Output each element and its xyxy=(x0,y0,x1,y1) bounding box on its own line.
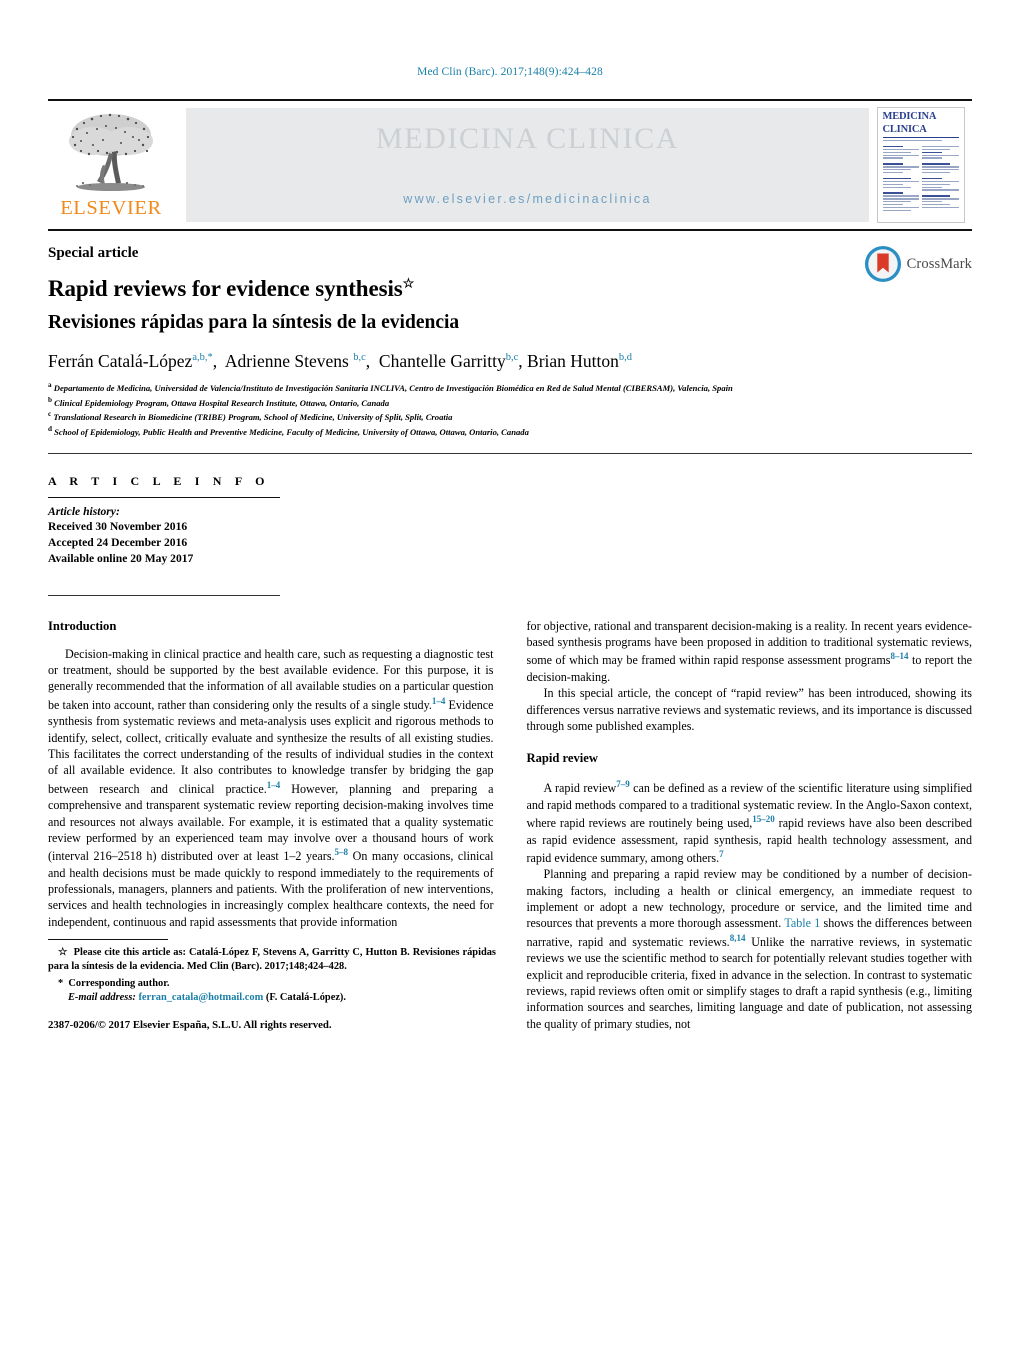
citation-ref[interactable]: 15–20 xyxy=(752,814,775,824)
publisher-block: ELSEVIER xyxy=(48,101,174,229)
author-name[interactable]: Adrienne Stevens xyxy=(225,351,349,371)
paragraph-text: A rapid review xyxy=(543,781,617,796)
email-owner: (F. Catalá-López). xyxy=(265,991,346,1003)
affiliation-text: School of Epidemiology, Public Health an… xyxy=(54,427,529,438)
affiliation-item: a Departamento de Medicina, Universidad … xyxy=(48,380,972,394)
article-available-date: Available online 20 May 2017 xyxy=(48,551,194,565)
author-name[interactable]: Chantelle Garritty xyxy=(379,351,506,371)
citation-ref[interactable]: 7–9 xyxy=(616,779,630,789)
affiliation-item: d School of Epidemiology, Public Health … xyxy=(48,424,972,438)
author-name[interactable]: Ferrán Catalá-López xyxy=(48,351,192,371)
citation-ref[interactable]: 5–8 xyxy=(335,847,349,857)
article-received-date: Received 30 November 2016 xyxy=(48,520,188,534)
footnote-marker: * xyxy=(58,977,64,989)
footnote-corresponding: * Corresponding author. xyxy=(48,977,496,991)
copyright-line: 2387-0206/© 2017 Elsevier España, S.L.U.… xyxy=(48,1018,332,1031)
article-accepted-date: Accepted 24 December 2016 xyxy=(48,536,188,550)
footnote-corresponding-text: Corresponding author. xyxy=(68,977,170,989)
citation-ref[interactable]: 7 xyxy=(719,849,724,859)
article-info-divider xyxy=(48,496,280,498)
article-info-bottom-divider xyxy=(48,594,280,596)
affiliation-text: Clinical Epidemiology Program, Ottawa Ho… xyxy=(54,397,390,408)
crossmark-badge[interactable]: CrossMark xyxy=(864,245,972,283)
cover-text-line xyxy=(882,140,942,142)
crossmark-label: CrossMark xyxy=(906,255,972,272)
body-column-right: for objective, rational and transparent … xyxy=(527,618,973,1032)
author-affil-marker[interactable]: b,c xyxy=(353,352,366,363)
journal-url[interactable]: www.elsevier.es/medicinaclinica xyxy=(186,192,869,206)
article-info-heading: A R T I C L E I N F O xyxy=(48,473,270,488)
author-affil-marker[interactable]: a,b,* xyxy=(192,352,212,363)
page-title: Rapid reviews for evidence synthesis☆ xyxy=(48,275,972,302)
table-link[interactable]: Table 1 xyxy=(784,916,820,930)
citation-ref[interactable]: 8,14 xyxy=(730,933,746,943)
paragraph: A rapid review7–9 can be defined as a re… xyxy=(527,778,973,866)
email-label: E-mail address: xyxy=(68,991,136,1003)
section-heading-rapid-review: Rapid review xyxy=(526,751,598,766)
author-affil-marker[interactable]: b,c xyxy=(506,352,519,363)
author-name[interactable]: Brian Hutton xyxy=(527,351,619,371)
paragraph: Decision-making in clinical practice and… xyxy=(48,646,494,930)
affiliation-item: b Clinical Epidemiology Program, Ottawa … xyxy=(48,395,972,409)
article-body: Introduction Decision-making in clinical… xyxy=(48,618,972,1032)
citation-ref[interactable]: 1–4 xyxy=(267,780,281,790)
affiliation-item: c Translational Research in Biomedicine … xyxy=(48,409,972,423)
citation-ref[interactable]: 1–4 xyxy=(432,696,446,706)
footnote-divider xyxy=(48,939,168,941)
affiliation-marker: a xyxy=(48,380,52,389)
article-title-block: CrossMark Special article Rapid reviews … xyxy=(48,231,972,439)
cover-divider xyxy=(882,137,959,138)
journal-masthead: ELSEVIER MEDICINA CLINICA www.elsevier.e… xyxy=(48,99,972,231)
cover-title-line-1: MEDICINA xyxy=(882,111,937,122)
paragraph-text: Decision-making in clinical practice and… xyxy=(48,646,494,712)
article-subtitle: Revisiones rápidas para la síntesis de l… xyxy=(48,312,460,334)
affiliation-text: Departamento de Medicina, Universidad de… xyxy=(53,382,733,393)
paragraph: In this special article, the concept of … xyxy=(526,686,973,733)
title-block-divider xyxy=(48,452,972,454)
journal-cover-block: MEDICINA CLINICA xyxy=(869,101,972,229)
cover-contents-columns xyxy=(882,145,959,213)
article-type-kicker: Special article xyxy=(48,245,139,261)
affiliation-marker: d xyxy=(48,425,52,434)
journal-cover-thumbnail: MEDICINA CLINICA xyxy=(876,107,965,223)
citation-ref[interactable]: 8–14 xyxy=(890,651,908,661)
paragraph: for objective, rational and transparent … xyxy=(527,618,973,686)
article-info-block: A R T I C L E I N F O Article history: R… xyxy=(48,474,972,567)
running-head: Med Clin (Barc). 2017;148(9):424–428 xyxy=(417,66,603,78)
crossmark-icon xyxy=(864,245,901,283)
body-column-left: Introduction Decision-making in clinical… xyxy=(48,618,496,1032)
footnote-citation: ☆ Please cite this article as: Catalá-Ló… xyxy=(48,946,496,974)
article-history-label: Article history: xyxy=(48,504,120,518)
elsevier-tree-logo xyxy=(69,113,153,191)
affiliation-text: Translational Research in Biomedicine (T… xyxy=(53,412,453,423)
affiliation-marker: c xyxy=(48,410,52,419)
footnote-email-line: E-mail address: ferran_catala@hotmail.co… xyxy=(48,991,496,1005)
paragraph-text: Unlike the narrative reviews, in systema… xyxy=(526,934,973,1031)
footnote-block: ☆ Please cite this article as: Catalá-Ló… xyxy=(48,939,496,1032)
journal-name: MEDICINA CLINICA xyxy=(375,122,680,155)
article-title-text: Rapid reviews for evidence synthesis xyxy=(48,276,403,301)
title-footnote-marker[interactable]: ☆ xyxy=(403,275,415,290)
author-list: Ferrán Catalá-Lópeza,b,*, Adrienne Steve… xyxy=(48,350,633,371)
footnote-citation-text: Please cite this article as: Catalá-Lópe… xyxy=(48,947,496,973)
section-heading-introduction: Introduction xyxy=(48,618,117,633)
cover-title-line-2: CLINICA xyxy=(882,123,927,135)
email-link[interactable]: ferran_catala@hotmail.com xyxy=(138,992,263,1003)
author-affil-marker[interactable]: b,d xyxy=(619,352,632,363)
elsevier-wordmark: ELSEVIER xyxy=(60,197,162,219)
affiliation-marker: b xyxy=(48,395,52,404)
paragraph: Planning and preparing a rapid review ma… xyxy=(527,866,973,1032)
journal-banner: MEDICINA CLINICA www.elsevier.es/medicin… xyxy=(186,108,869,222)
footnote-marker: ☆ xyxy=(58,947,68,959)
affiliation-list: a Departamento de Medicina, Universidad … xyxy=(48,380,972,439)
journal-article-page: Med Clin (Barc). 2017;148(9):424–428 ELS… xyxy=(0,0,1020,1351)
article-history: Article history: Received 30 November 20… xyxy=(48,504,972,567)
